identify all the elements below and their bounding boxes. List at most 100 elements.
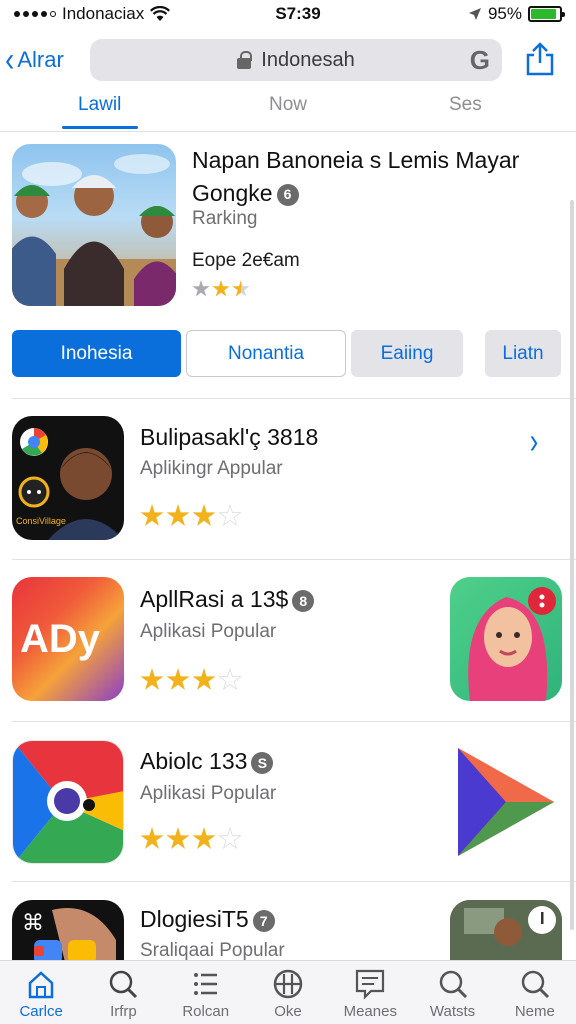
tabbar-item-meanes[interactable]: Meanes — [329, 961, 411, 1024]
scroll-indicator[interactable] — [570, 200, 574, 930]
star-icon — [140, 668, 164, 690]
tabbar-item-carlce[interactable]: Carlce — [0, 961, 82, 1024]
google-g-icon[interactable]: G — [470, 45, 490, 76]
back-button[interactable]: ‹ Alrar — [0, 43, 88, 77]
bottom-tab-bar: Carlce Irfrp Rolcan Oke Meanes Watsts Ne… — [0, 960, 576, 1024]
grid-circle-icon — [273, 969, 303, 999]
star-empty-icon — [218, 827, 242, 849]
star-empty-icon — [218, 504, 242, 526]
top-tabs: Lawil Now Ses — [0, 90, 576, 132]
tab-lawil[interactable]: Lawil — [78, 94, 121, 116]
age-badge: 8 — [292, 589, 315, 612]
app-rating-2 — [140, 668, 242, 692]
tabbar-item-irfrp[interactable]: Irfrp — [82, 961, 164, 1024]
app-title-4-text: DlogiesiT5 — [140, 906, 249, 932]
star-icon — [192, 280, 210, 297]
app-thumbnail-3[interactable] — [450, 740, 562, 864]
divider — [12, 398, 576, 399]
app-icon-3[interactable] — [12, 740, 124, 864]
lock-icon — [237, 51, 253, 69]
featured-title-line2: Gongke 6 — [192, 177, 564, 210]
app-rating-1 — [140, 504, 242, 528]
search-text: Indonesah — [261, 48, 355, 71]
divider — [12, 559, 576, 560]
app-subtitle-2: Aplikasi Popular — [140, 621, 277, 642]
featured-rating — [192, 280, 250, 298]
star-icon — [166, 504, 190, 526]
app-icon-1[interactable]: ConsiVillage — [12, 416, 124, 540]
app-icon-2-text: ADy — [20, 617, 101, 661]
segment-eaiing[interactable]: Eaiing — [351, 330, 463, 377]
location-arrow-icon — [468, 8, 481, 20]
featured-subtitle: Rarking — [192, 208, 258, 229]
star-half-icon — [232, 280, 250, 297]
divider — [12, 721, 576, 722]
segment-liatn[interactable]: Liatn — [485, 330, 561, 377]
battery-percent: 95% — [487, 4, 522, 23]
app-title-4[interactable]: DlogiesiT5 7 — [140, 906, 275, 933]
app-icon-2[interactable]: ADy — [12, 577, 124, 701]
segment-inohesia[interactable]: Inohesia — [12, 330, 181, 377]
wifi-icon — [150, 6, 171, 21]
app-icon-1-caption: ConsiVillage — [16, 516, 66, 526]
tabbar-label: Irfrp — [110, 1003, 137, 1020]
segment-nonantia[interactable]: Nonantia — [186, 330, 346, 377]
star-icon — [192, 668, 216, 690]
tabbar-label: Neme — [514, 1003, 555, 1020]
app-rating-3 — [140, 827, 242, 851]
featured-title-line1: Napan Banoneia s Lemis Mayar — [192, 147, 520, 173]
app-title-3-text: Abiolc 133 — [140, 748, 248, 774]
app-subtitle-3: Aplikasi Popular — [140, 783, 277, 804]
app-title-2-text: ApllRasi a 13$ — [140, 586, 289, 612]
app-thumbnail-2[interactable] — [450, 577, 562, 701]
list-icon — [193, 973, 217, 995]
share-icon[interactable] — [524, 42, 556, 76]
back-label: Alrar — [17, 47, 64, 72]
chevron-left-icon: ‹ — [5, 41, 15, 79]
status-time: S7:39 — [275, 4, 321, 23]
search-icon — [439, 970, 467, 999]
star-icon — [192, 504, 216, 526]
tabbar-label: Carlce — [19, 1003, 63, 1020]
battery-icon — [528, 6, 565, 22]
svg-text:⌘: ⌘ — [22, 910, 44, 935]
app-subtitle-4: Sraliqaai Popular — [140, 940, 285, 961]
app-title-1[interactable]: Bulipasakl'ç 3818 — [140, 424, 318, 451]
tab-now[interactable]: Now — [269, 94, 307, 116]
divider — [12, 881, 576, 882]
featured-meta: Eope 2e€am — [192, 250, 300, 271]
tabbar-label: Watsts — [429, 1003, 476, 1020]
search-icon — [110, 970, 138, 999]
nav-bar: ‹ Alrar Indonesah G — [0, 36, 576, 84]
star-icon — [166, 668, 190, 690]
tabbar-item-neme[interactable]: Neme — [494, 961, 576, 1024]
status-bar: Indonaciax S7:39 95% — [0, 0, 576, 28]
search-field[interactable]: Indonesah G — [90, 39, 502, 81]
age-badge: 6 — [276, 183, 299, 206]
age-badge: 7 — [252, 909, 275, 932]
tabbar-item-oke[interactable]: Oke — [247, 961, 329, 1024]
star-icon — [166, 827, 190, 849]
status-left: Indonaciax — [14, 4, 214, 24]
app-title-3[interactable]: Abiolc 133 S — [140, 748, 274, 775]
home-icon — [28, 971, 54, 999]
star-icon — [212, 280, 230, 297]
featured-title-line2-text: Gongke — [192, 180, 273, 206]
star-empty-icon — [218, 668, 242, 690]
tabbar-label: Oke — [274, 1003, 302, 1020]
star-icon — [192, 827, 216, 849]
message-icon — [356, 969, 385, 1000]
chevron-right-icon[interactable]: › — [530, 420, 538, 462]
featured-title[interactable]: Napan Banoneia s Lemis Mayar Gongke 6 — [192, 144, 564, 210]
status-right: 95% — [362, 4, 565, 24]
tabbar-item-watsts[interactable]: Watsts — [411, 961, 493, 1024]
signal-dots-icon — [14, 11, 56, 17]
carrier-label: Indonaciax — [62, 4, 145, 23]
app-title-2[interactable]: ApllRasi a 13$ 8 — [140, 586, 315, 613]
tab-ses[interactable]: Ses — [449, 94, 482, 116]
tabbar-item-rolcan[interactable]: Rolcan — [165, 961, 247, 1024]
active-tab-indicator — [62, 126, 138, 129]
search-icon — [521, 970, 549, 999]
featured-image[interactable] — [12, 144, 176, 306]
age-badge: S — [251, 751, 274, 774]
